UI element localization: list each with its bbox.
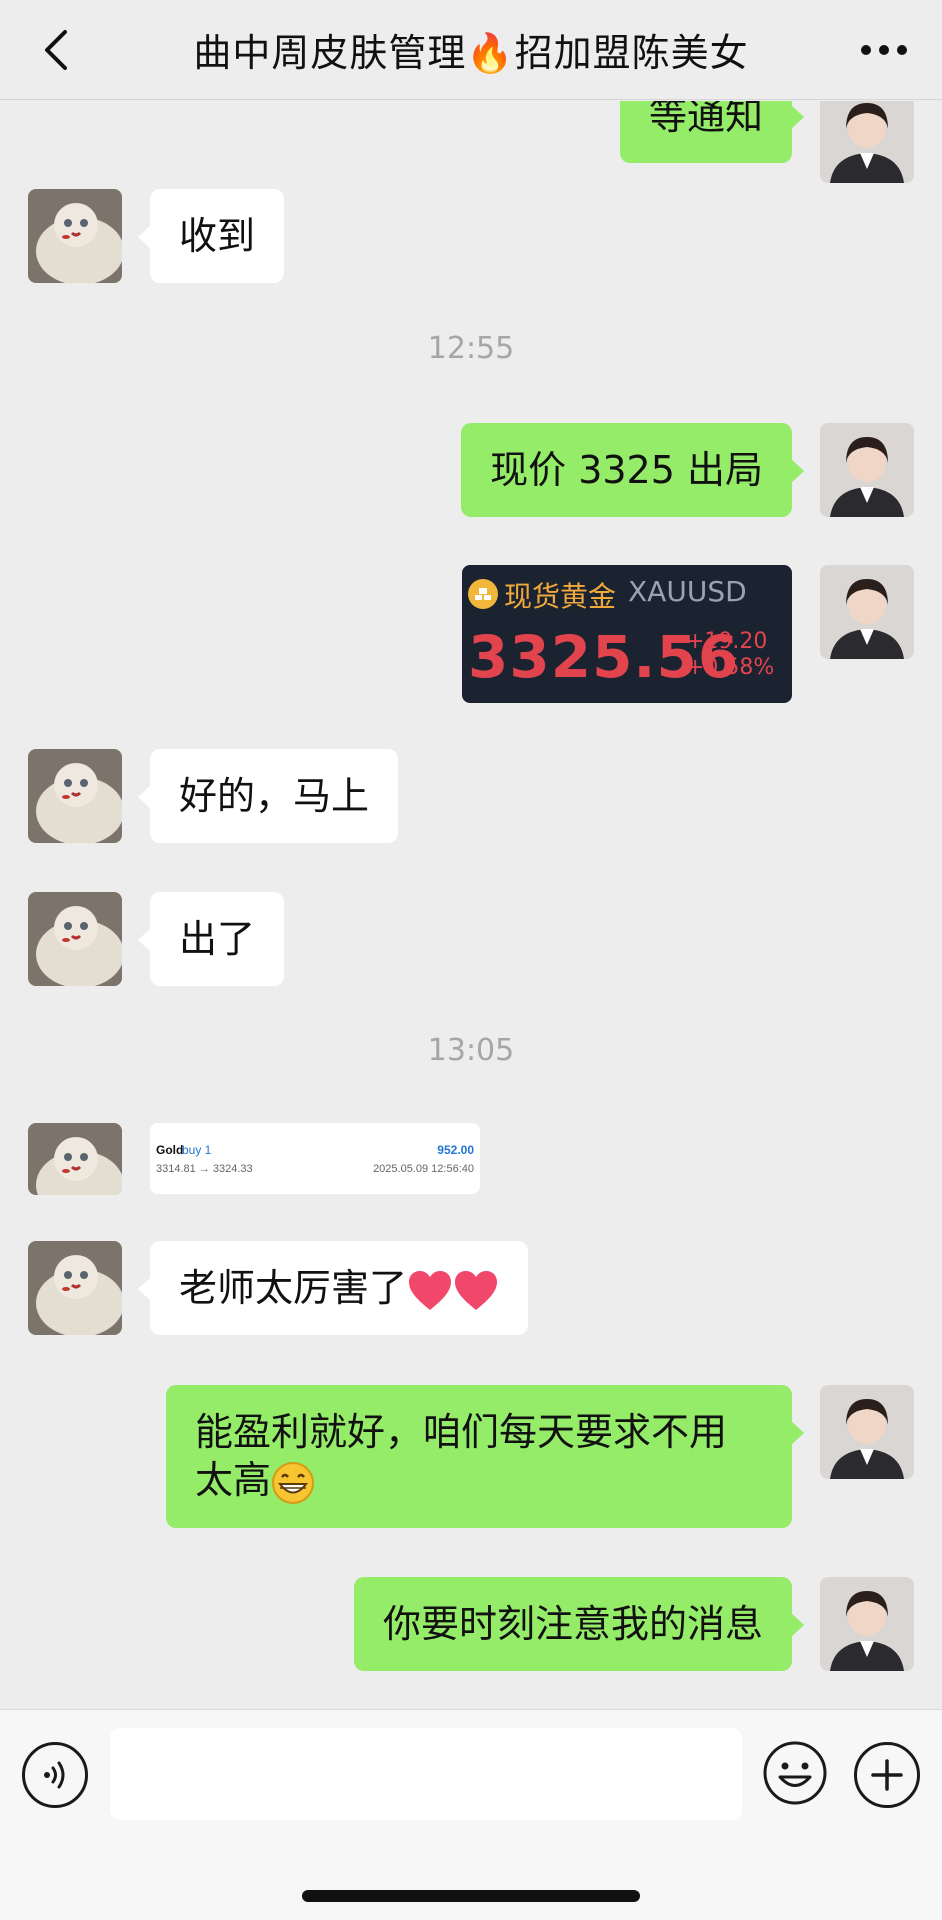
gold-quote-card[interactable]: 现货黄金 XAUUSD 3325.56 +19.20 +0.58% — [462, 565, 792, 703]
message-text-line-2: 太高 — [195, 1456, 763, 1505]
emoji-button[interactable] — [762, 1740, 828, 1806]
avatar-self[interactable] — [820, 565, 914, 659]
chat-header: 曲中周皮肤管理🔥招加盟陈美女 — [0, 0, 942, 100]
input-bar — [0, 1709, 942, 1920]
back-button[interactable] — [30, 24, 82, 76]
voice-button[interactable] — [22, 1742, 88, 1808]
message-text-line: 能盈利就好，咱们每天要求不用 — [195, 1410, 728, 1454]
message-bubble-out[interactable]: 能盈利就好，咱们每天要求不用 太高 — [166, 1385, 804, 1528]
plus-button[interactable] — [854, 1742, 920, 1808]
trade-direction: buy 1 — [182, 1143, 212, 1157]
trade-timestamp: 2025.05.09 12:56:40 — [373, 1163, 474, 1175]
message-text: 太高 — [195, 1458, 272, 1502]
avatar-self[interactable] — [820, 1577, 914, 1671]
avatar-self[interactable] — [820, 1385, 914, 1479]
message-list[interactable]: 等通知 收到 12:55 现价 3325 出局 现货黄金 XAUUSD 3325… — [0, 101, 942, 1709]
message-bubble-in[interactable]: 好的，马上 — [137, 749, 399, 843]
more-button[interactable] — [854, 28, 914, 72]
more-dots-icon — [861, 45, 907, 55]
trade-prices: 3314.81 → 3324.33 — [156, 1163, 253, 1175]
trade-symbol: Gold — [156, 1143, 184, 1157]
gold-name: 现货黄金 — [504, 580, 617, 613]
voice-icon — [44, 1761, 65, 1789]
timestamp: 13:05 — [427, 1033, 515, 1068]
heart-icon — [455, 1270, 498, 1310]
message-bubble-out[interactable]: 等通知 — [619, 101, 805, 163]
smiley-icon — [763, 1741, 827, 1805]
grinning-face-icon — [272, 1461, 315, 1504]
message-bubble-out[interactable]: 现价 3325 出局 — [461, 423, 804, 517]
avatar-contact[interactable] — [28, 189, 122, 283]
timestamp: 12:55 — [427, 331, 515, 366]
message-bubble-out[interactable]: 你要时刻注意我的消息 — [353, 1577, 805, 1671]
avatar-contact[interactable] — [28, 1241, 122, 1335]
trade-record-card[interactable]: Gold buy 1 952.00 3314.81 → 3324.33 2025… — [150, 1123, 480, 1194]
gold-coin-icon — [468, 579, 498, 609]
message-bubble-in[interactable]: 收到 — [137, 189, 285, 283]
message-input[interactable] — [110, 1728, 742, 1820]
gold-change-value: +19.20 — [686, 629, 768, 654]
chevron-left-icon — [45, 30, 67, 70]
avatar-contact[interactable] — [28, 892, 122, 986]
message-text: 老师太厉害了 — [179, 1266, 408, 1310]
home-indicator[interactable] — [302, 1890, 640, 1902]
message-bubble-in[interactable]: 老师太厉害了 — [137, 1241, 529, 1335]
avatar-contact[interactable] — [28, 749, 122, 843]
trade-profit: 952.00 — [437, 1143, 474, 1157]
plus-icon — [871, 1759, 903, 1791]
avatar-self[interactable] — [820, 423, 914, 517]
gold-symbol: XAUUSD — [628, 575, 747, 608]
gold-change-percent: +0.58% — [686, 655, 775, 680]
chat-title[interactable]: 曲中周皮肤管理🔥招加盟陈美女 — [193, 22, 748, 77]
gold-change: +19.20 +0.58% — [686, 629, 774, 681]
message-bubble-in[interactable]: 出了 — [137, 892, 285, 986]
avatar-contact[interactable] — [28, 1123, 122, 1195]
avatar-self[interactable] — [820, 101, 914, 183]
heart-icon — [409, 1270, 452, 1310]
